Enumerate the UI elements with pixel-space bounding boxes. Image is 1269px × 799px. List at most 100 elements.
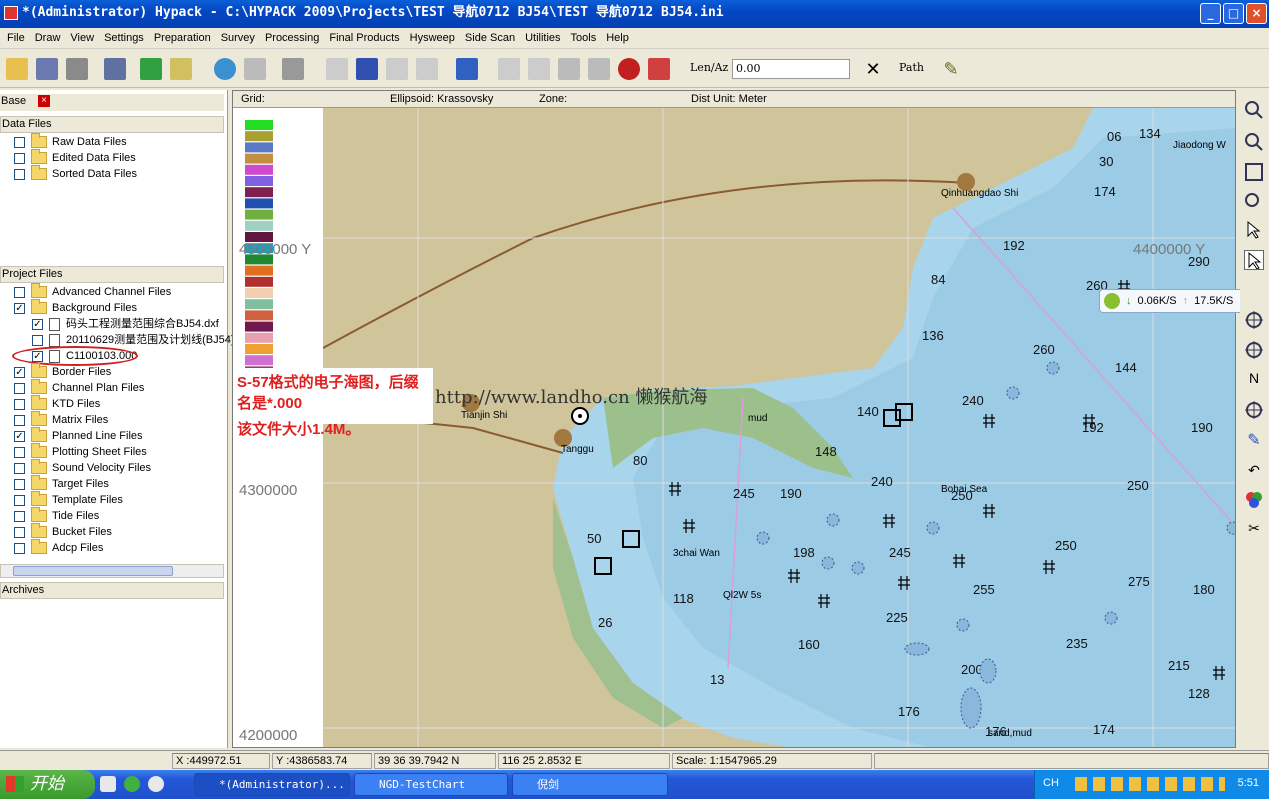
task-hypack[interactable]: *(Administrator)...: [194, 773, 350, 796]
undo-view-icon[interactable]: ↶: [1244, 462, 1264, 482]
svg-text:13: 13: [710, 672, 724, 687]
tree-item-bucket[interactable]: Bucket Files: [14, 523, 112, 540]
tool-icon[interactable]: [282, 58, 304, 80]
tree-item-ktd[interactable]: KTD Files: [14, 395, 100, 412]
tree-item-raw[interactable]: Raw Data Files: [14, 133, 127, 150]
menu-side-scan[interactable]: Side Scan: [460, 32, 520, 44]
menu-final-products[interactable]: Final Products: [324, 32, 404, 44]
terrain-icon[interactable]: [558, 58, 580, 80]
globe-icon[interactable]: [214, 58, 236, 80]
tray-icons[interactable]: [1075, 777, 1225, 791]
matrix-icon[interactable]: [648, 58, 670, 80]
project-icon[interactable]: [104, 58, 126, 80]
svg-text:176: 176: [985, 724, 1007, 739]
menu-survey[interactable]: Survey: [216, 32, 260, 44]
tree-item-matrix[interactable]: Matrix Files: [14, 411, 108, 428]
print-icon[interactable]: [66, 58, 88, 80]
desktop-icon[interactable]: [100, 776, 116, 792]
menu-help[interactable]: Help: [601, 32, 634, 44]
north-icon[interactable]: N: [1244, 370, 1264, 390]
scroll-thumb[interactable]: [13, 566, 173, 576]
panel-hscrollbar[interactable]: [0, 564, 224, 578]
task-ngd-testchart[interactable]: NGD-TestChart: [354, 773, 508, 796]
zoom-window-icon[interactable]: [1244, 192, 1264, 212]
project-files-header[interactable]: Project Files: [0, 266, 224, 283]
tree-item-plotting-sheet[interactable]: Plotting Sheet Files: [14, 443, 147, 460]
menu-view[interactable]: View: [65, 32, 99, 44]
menu-file[interactable]: File: [2, 32, 30, 44]
tree-item-tide[interactable]: Tide Files: [14, 507, 99, 524]
save-icon[interactable]: [36, 58, 58, 80]
svg-text:240: 240: [962, 393, 984, 408]
tools-icon[interactable]: ✂: [1244, 520, 1264, 540]
tree-item-border[interactable]: ✓ Border Files: [14, 363, 111, 380]
tree-item-target[interactable]: Target Files: [14, 475, 109, 492]
select-icon[interactable]: [1244, 220, 1264, 240]
grid-icon[interactable]: [528, 58, 550, 80]
tree-item-template[interactable]: Template Files: [14, 491, 123, 508]
language-indicator[interactable]: CH: [1043, 777, 1059, 789]
tree-item-planned-line[interactable]: ✓ Planned Line Files: [14, 427, 143, 444]
ellipsoid-label: Ellipsoid: Krassovsky: [390, 93, 494, 105]
map-icon[interactable]: [140, 58, 162, 80]
pencil-icon[interactable]: ✎: [940, 58, 962, 80]
upload-speed: 17.5K/S: [1194, 295, 1234, 307]
menu-settings[interactable]: Settings: [99, 32, 149, 44]
data-files-header[interactable]: Data Files: [0, 116, 224, 133]
chart-view[interactable]: Grid: Ellipsoid: Krassovsky Zone: Dist U…: [232, 90, 1236, 748]
network-speed-popup: ↓ 0.06K/S ↑ 17.5K/S: [1099, 289, 1245, 313]
archives-header[interactable]: Archives: [0, 582, 224, 599]
tree-item-adcp[interactable]: Adcp Files: [14, 539, 103, 556]
close-panel-icon[interactable]: ×: [38, 95, 50, 107]
svg-text:80: 80: [633, 453, 647, 468]
open-folder-icon[interactable]: [6, 58, 28, 80]
close-button[interactable]: ×: [1246, 3, 1267, 24]
menu-draw[interactable]: Draw: [30, 32, 66, 44]
crosshair-icon[interactable]: [1244, 400, 1264, 420]
pan-icon[interactable]: [1244, 310, 1264, 330]
search-tool-icon[interactable]: [416, 58, 438, 80]
chart-icon[interactable]: [356, 58, 378, 80]
menu-processing[interactable]: Processing: [260, 32, 324, 44]
menu-hysweep[interactable]: Hysweep: [405, 32, 460, 44]
browser-icon[interactable]: [124, 776, 140, 792]
window-icon[interactable]: [498, 58, 520, 80]
shield-icon[interactable]: [618, 58, 640, 80]
tree-item-channel-plan[interactable]: Channel Plan Files: [14, 379, 144, 396]
tree-item-dxf1[interactable]: ✓ 码头工程测量范围综合BJ54.dxf: [32, 316, 219, 332]
status-y: Y :4386583.74: [272, 753, 372, 769]
start-button[interactable]: 开始: [0, 770, 95, 799]
lenaz-field[interactable]: 0.00: [732, 59, 850, 79]
zoom-extents-icon[interactable]: [1244, 162, 1264, 182]
menu-utilities[interactable]: Utilities: [520, 32, 565, 44]
path-label[interactable]: Path: [899, 61, 924, 74]
colors-icon[interactable]: [1244, 490, 1264, 510]
menu-preparation[interactable]: Preparation: [149, 32, 216, 44]
pointer-icon[interactable]: [1244, 250, 1264, 270]
minimize-button[interactable]: _: [1200, 3, 1221, 24]
book-icon[interactable]: [386, 58, 408, 80]
tree-item-advanced-channel[interactable]: Advanced Channel Files: [14, 283, 171, 300]
center-icon[interactable]: [1244, 340, 1264, 360]
media-icon[interactable]: [148, 776, 164, 792]
svg-text:136: 136: [922, 328, 944, 343]
svg-text:4500000 Y: 4500000 Y: [239, 241, 311, 258]
keyboard-icon[interactable]: [244, 58, 266, 80]
tree-item-background[interactable]: ✓ Background Files: [14, 299, 137, 316]
tree-item-edited[interactable]: Edited Data Files: [14, 149, 136, 166]
menu-tools[interactable]: Tools: [566, 32, 602, 44]
tree-item-sorted[interactable]: Sorted Data Files: [14, 165, 137, 182]
tree-item-sound-velocity[interactable]: Sound Velocity Files: [14, 459, 151, 476]
zoom-out-icon[interactable]: [1244, 132, 1264, 152]
edit-icon[interactable]: [170, 58, 192, 80]
svg-text:Jiaodong W: Jiaodong W: [1173, 140, 1226, 151]
maximize-button[interactable]: □: [1223, 3, 1244, 24]
undo-icon[interactable]: [326, 58, 348, 80]
clear-icon[interactable]: ✕: [862, 58, 884, 80]
task-folder[interactable]: 倪剑: [512, 773, 668, 796]
wave-icon[interactable]: [456, 58, 478, 80]
measure-icon[interactable]: ✎: [1244, 430, 1264, 450]
svg-text:275: 275: [1128, 574, 1150, 589]
zoom-in-icon[interactable]: [1244, 100, 1264, 120]
mountain-icon[interactable]: [588, 58, 610, 80]
